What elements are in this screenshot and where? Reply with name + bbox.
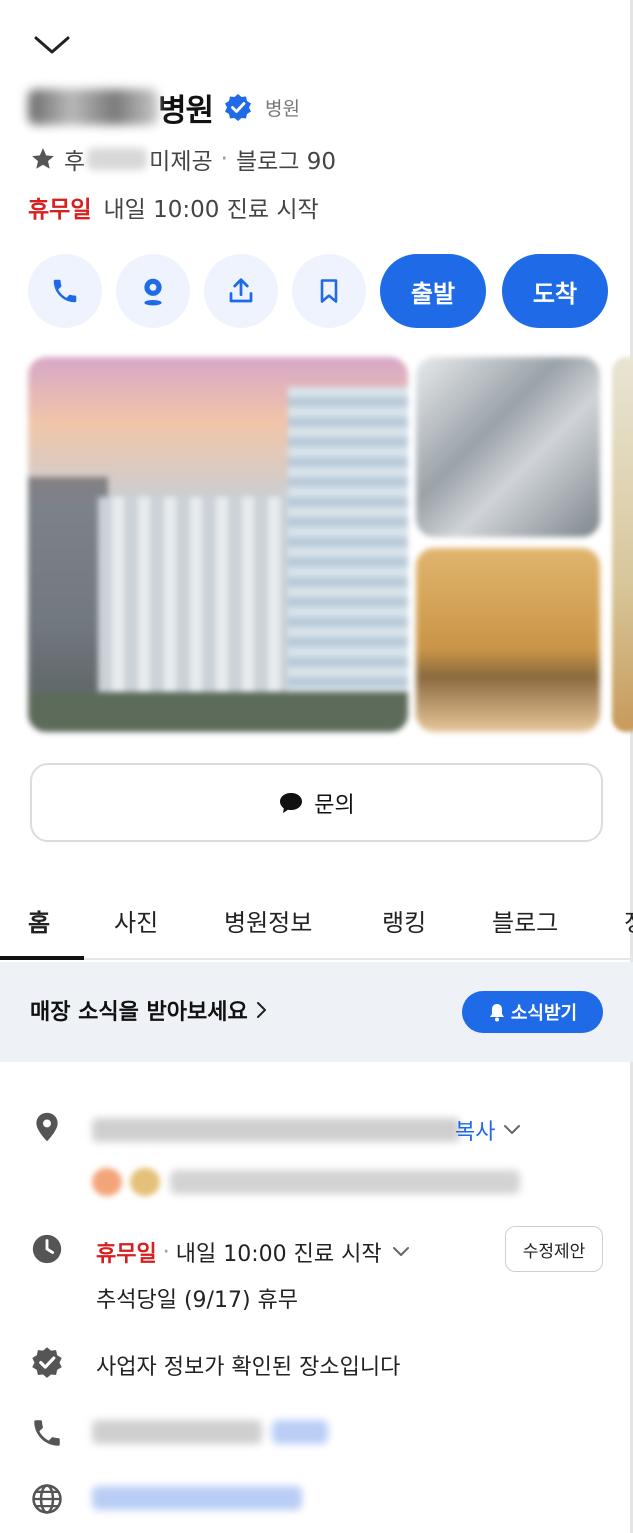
tab-home[interactable]: 홈 [28,880,50,960]
closed-status: 휴무일 [28,197,92,223]
copy-label: 복사 [455,1120,496,1145]
separator-dot: · [162,1239,170,1265]
tab-ranking[interactable]: 랭킹 [382,880,426,960]
rating-prefix: 후 [64,149,86,175]
blurred-rating [87,148,148,170]
news-subscribe-link[interactable]: 매장 소식을 받아보세요 [30,994,270,1026]
verified-badge-icon [223,92,253,122]
blurred-phone-number [92,1420,262,1444]
phone-icon [53,279,77,303]
photo-thumbnail-top[interactable] [416,357,600,537]
blurred-directions [170,1170,520,1194]
inquiry-label: 문의 [314,792,355,818]
hours-row[interactable]: 휴무일 · 내일 10:00 진료 시작 [96,1236,410,1268]
business-verified-text: 사업자 정보가 확인된 장소입니다 [96,1355,401,1380]
hours-closed-status: 휴무일 [96,1242,157,1267]
share-button[interactable] [204,254,278,328]
chevron-down-icon [392,1247,409,1256]
hours-next-open: 내일 10:00 진료 시작 [175,1242,382,1267]
action-buttons: 출발 도착 [28,254,608,328]
photo-thumbnail-bottom[interactable] [416,548,600,732]
blog-review-count[interactable]: 블로그 90 [236,142,336,176]
bookmark-icon [320,279,338,303]
share-icon [229,278,253,303]
globe-icon [30,1482,64,1516]
tab-photos[interactable]: 사진 [114,880,158,960]
rating-row: 후 미제공 · 블로그 90 [30,140,336,178]
chevron-right-icon [256,1002,266,1018]
place-title-row: 병원 병원 [28,82,300,132]
depart-button[interactable]: 출발 [380,254,486,328]
news-subscribe-text: 매장 소식을 받아보세요 [30,1000,248,1025]
bell-icon [489,1004,504,1022]
place-category: 병원 [265,97,301,120]
inquiry-button[interactable]: 문의 [30,763,603,842]
photo-thumbnail-peek[interactable] [612,357,633,732]
holiday-note: 추석당일 (9/17) 휴무 [96,1288,298,1313]
collapse-chevron-icon[interactable] [32,30,72,60]
rating-text: 미제공 [149,149,213,175]
subscribe-news-button[interactable]: 소식받기 [462,991,603,1033]
phone-icon [30,1416,64,1450]
next-open-text: 내일 10:00 진료 시작 [103,197,319,223]
place-name-suffix: 병원 [158,92,214,129]
clock-icon [30,1232,64,1266]
tab-hospital-info[interactable]: 병원정보 [224,880,312,960]
location-pin-icon [30,1110,64,1144]
bookmark-button[interactable] [292,254,366,328]
blurred-website-link[interactable] [92,1486,302,1510]
suggest-edit-button[interactable]: 수정제안 [505,1226,603,1272]
map-pin-button[interactable] [116,254,190,328]
tab-bar: 홈 사진 병원정보 랭킹 블로그 정 [0,880,633,960]
call-button[interactable] [28,254,102,328]
tab-more[interactable]: 정 [624,880,633,960]
blurred-place-name [28,89,158,125]
chat-bubble-icon [280,792,303,813]
blurred-copy-phone-link[interactable] [272,1420,328,1444]
chevron-down-icon [504,1125,521,1134]
transit-badge-yellow [130,1168,160,1196]
verified-check-icon [30,1345,64,1379]
separator-dot: · [220,146,228,172]
subscribe-news-label: 소식받기 [510,1003,578,1024]
map-pin-icon [144,278,162,306]
transit-badge-orange [92,1168,122,1196]
copy-address-button[interactable]: 복사 [455,1114,521,1146]
star-icon [30,146,56,172]
blurred-address [92,1118,460,1142]
main-photo[interactable] [28,357,408,732]
tab-blog[interactable]: 블로그 [492,880,558,960]
arrive-button[interactable]: 도착 [502,254,608,328]
active-tab-indicator [0,956,84,960]
business-status-row: 휴무일 내일 10:00 진료 시작 [28,188,319,226]
